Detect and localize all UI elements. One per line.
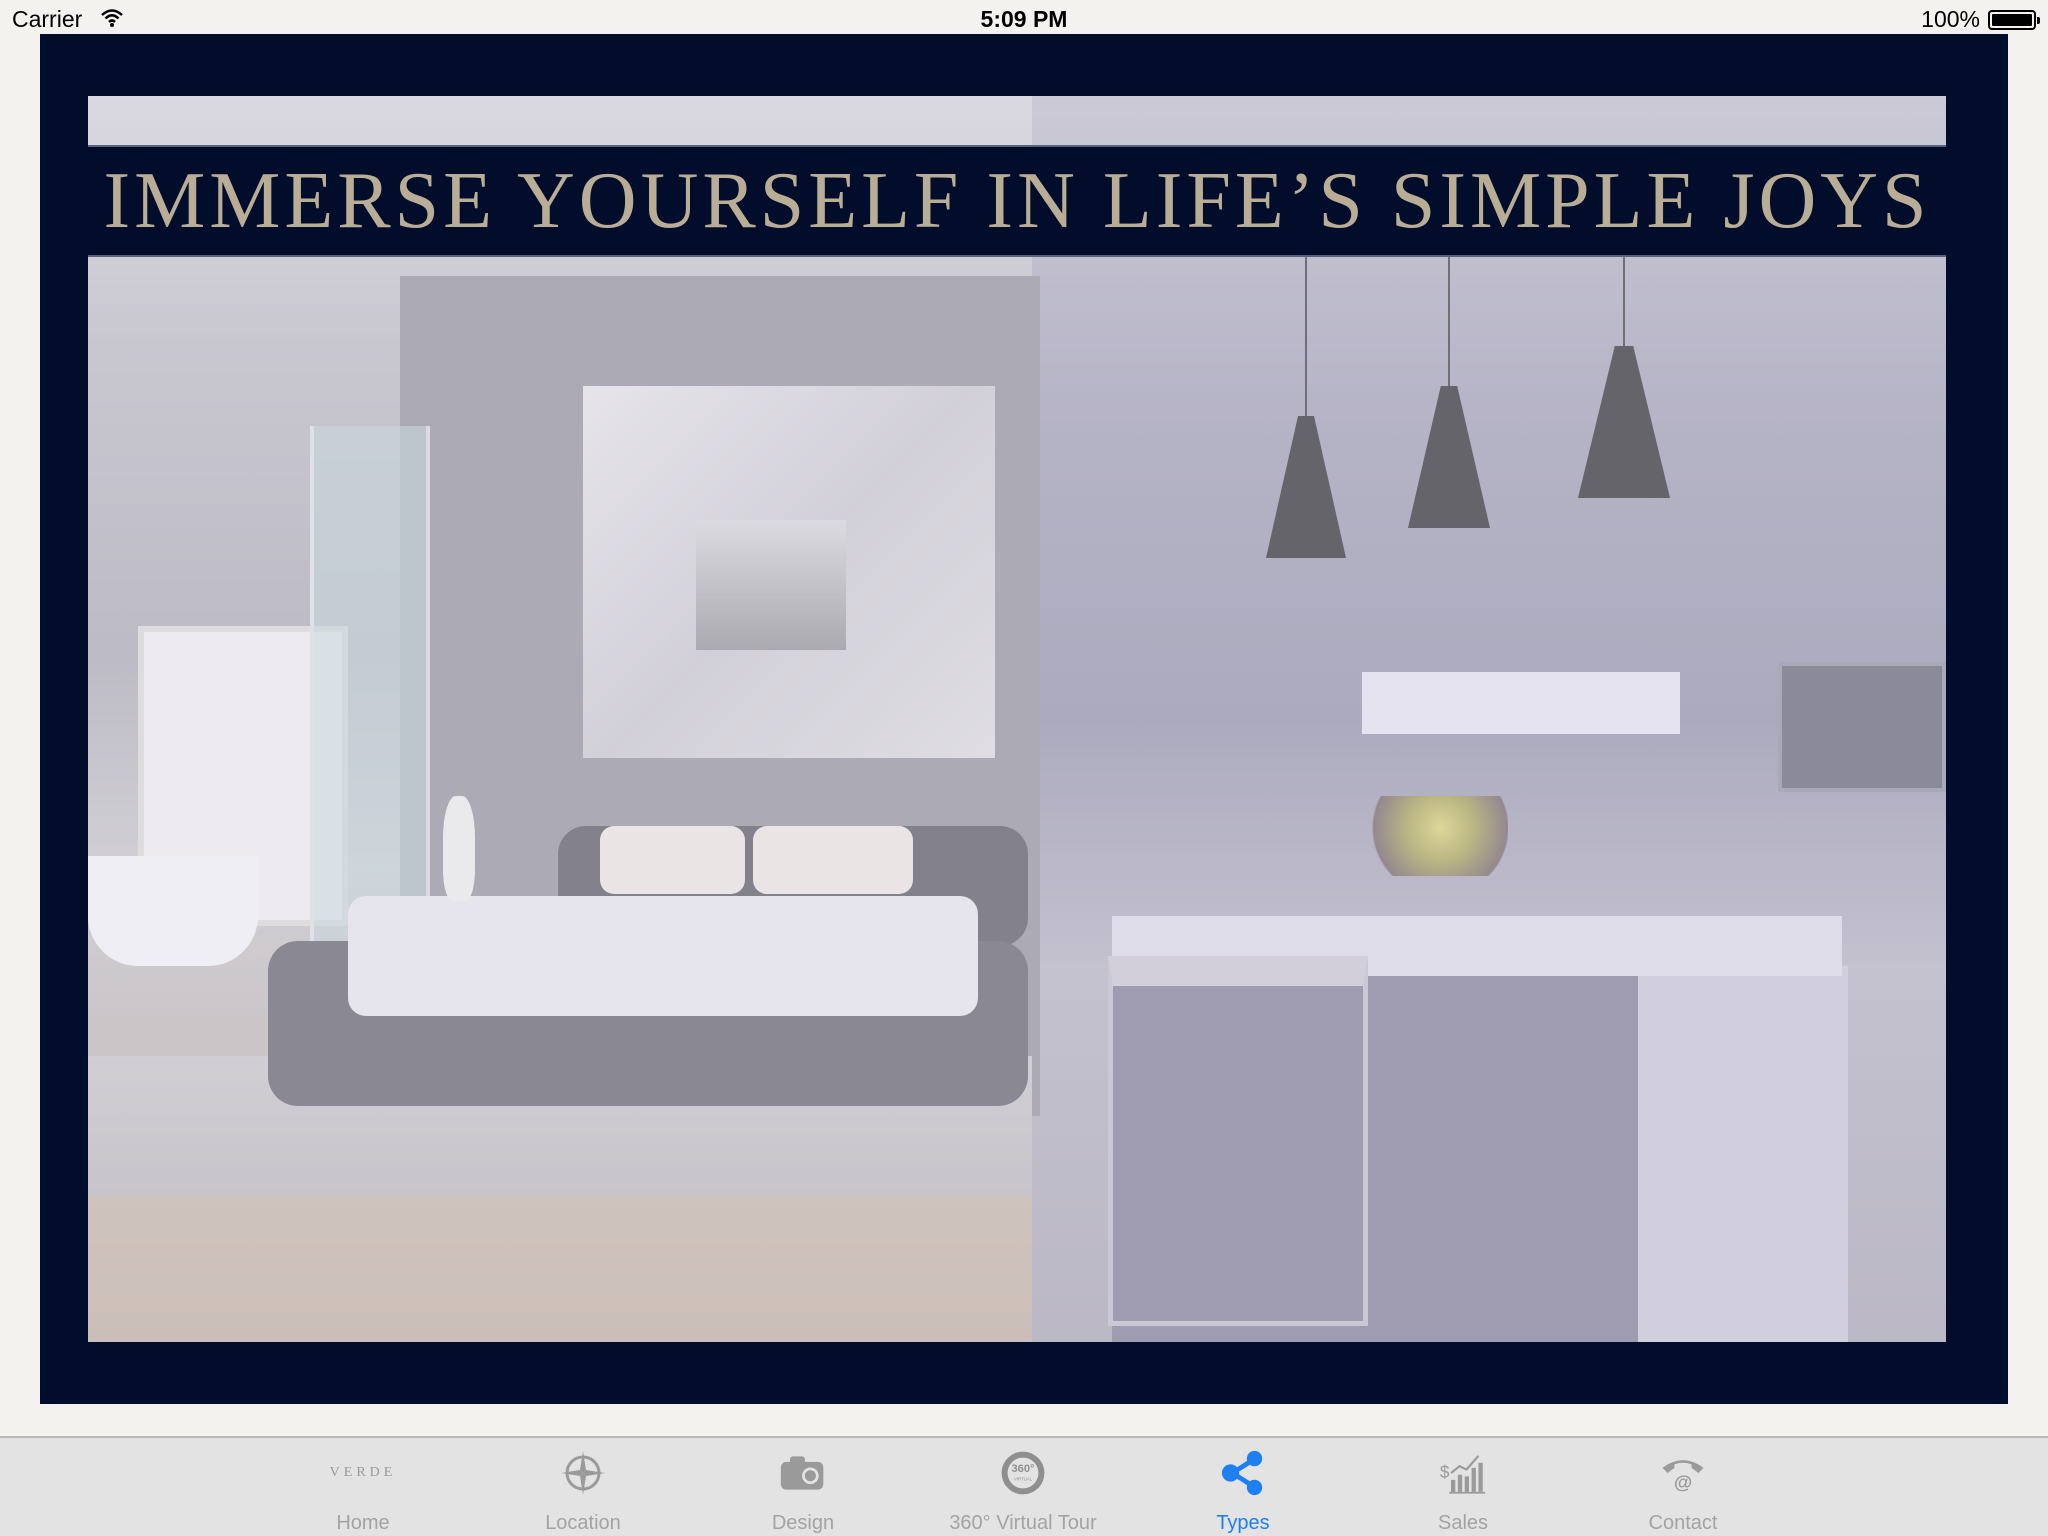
svg-text:VIRTUAL: VIRTUAL: [1014, 1477, 1033, 1482]
tab-bar: VERDE Home Location Design 360° VIRTUAL …: [0, 1436, 2048, 1536]
tab-label: Design: [771, 1512, 835, 1534]
virtual-tour-360-icon: 360° VIRTUAL: [999, 1448, 1047, 1498]
headline: IMMERSE YOURSELF IN LIFE’S SIMPLE JOYS: [103, 156, 1931, 245]
compass-icon: [559, 1448, 607, 1498]
svg-text:@: @: [1674, 1471, 1692, 1492]
clock: 5:09 PM: [980, 6, 1068, 32]
svg-text:$: $: [1440, 1462, 1450, 1482]
tab-label: Home: [336, 1512, 390, 1534]
hero-image: [88, 96, 1946, 1342]
tab-types[interactable]: Types: [1143, 1438, 1343, 1536]
tab-contact[interactable]: @ Contact: [1583, 1438, 1783, 1536]
tab-virtual-tour[interactable]: 360° VIRTUAL 360° Virtual Tour: [923, 1438, 1123, 1536]
tab-sales[interactable]: $ Sales: [1363, 1438, 1563, 1536]
camera-icon: [779, 1448, 827, 1498]
battery-percentage: 100%: [1921, 6, 1980, 32]
tab-location[interactable]: Location: [483, 1438, 683, 1536]
tab-label: Location: [545, 1512, 621, 1534]
tab-label: 360° Virtual Tour: [949, 1512, 1097, 1534]
verde-logo-icon: VERDE: [329, 1465, 397, 1480]
photo-tint: [88, 96, 1946, 1342]
tab-home[interactable]: VERDE Home: [263, 1438, 463, 1536]
sales-chart-icon: $: [1439, 1448, 1487, 1498]
tab-label: Contact: [1648, 1512, 1718, 1534]
tab-label: Sales: [1437, 1512, 1489, 1534]
share-nodes-icon: [1219, 1448, 1267, 1498]
contact-phone-icon: @: [1659, 1448, 1707, 1498]
svg-text:360°: 360°: [1011, 1463, 1034, 1475]
headline-banner: IMMERSE YOURSELF IN LIFE’S SIMPLE JOYS: [88, 145, 1946, 257]
tab-design[interactable]: Design: [703, 1438, 903, 1536]
tab-label: Types: [1216, 1512, 1270, 1534]
battery-icon: [1988, 10, 2040, 30]
